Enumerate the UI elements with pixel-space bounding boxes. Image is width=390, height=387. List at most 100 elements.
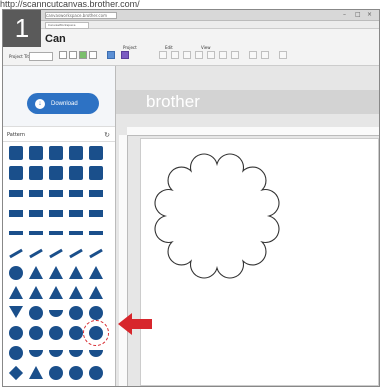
pattern-label: Pattern <box>7 132 25 138</box>
browser-tab[interactable]: CanvasWorkspace <box>45 22 89 29</box>
minimize-icon[interactable]: – <box>343 12 346 18</box>
pattern-thin-icon[interactable] <box>89 231 103 235</box>
pattern-circle-icon[interactable] <box>49 366 63 380</box>
pattern-bar-icon[interactable] <box>69 210 83 217</box>
redo-icon[interactable] <box>261 51 269 59</box>
undo-icon[interactable] <box>249 51 257 59</box>
pattern-tri-icon[interactable] <box>89 266 103 279</box>
pattern-circle-icon[interactable] <box>9 326 23 340</box>
screenshot-frame: 1 canvasworkspace.brother.com – □ × Canv… <box>2 9 380 387</box>
pattern-tri-icon[interactable] <box>29 286 43 299</box>
step-number-badge: 1 <box>3 10 41 47</box>
pattern-half-icon[interactable] <box>29 350 43 357</box>
app-logo: Can <box>45 33 66 45</box>
image-icon[interactable] <box>79 51 87 59</box>
menu-project[interactable]: Project <box>123 45 137 50</box>
pattern-bar-icon[interactable] <box>49 210 63 217</box>
pattern-tri-icon[interactable] <box>29 266 43 279</box>
pattern-half-icon[interactable] <box>49 350 63 357</box>
browser-titlebar: canvasworkspace.brother.com – □ × <box>3 10 379 21</box>
pattern-bar-icon[interactable] <box>29 210 43 217</box>
download-panel: ↓ Download <box>3 66 115 127</box>
pattern-slash-icon[interactable] <box>89 248 103 259</box>
weld-icon[interactable] <box>231 51 239 59</box>
pattern-sq-icon[interactable] <box>49 166 63 180</box>
pattern-slash-icon[interactable] <box>49 248 63 259</box>
download-button[interactable]: ↓ Download <box>27 93 99 114</box>
pattern-sq-icon[interactable] <box>49 146 63 160</box>
pattern-sq-icon[interactable] <box>29 146 43 160</box>
pattern-bar-icon[interactable] <box>89 210 103 217</box>
url-caption: http://scanncutcanvas.brother.com/ <box>0 0 140 9</box>
pattern-tri-icon[interactable] <box>89 286 103 299</box>
pointer-arrow-icon <box>118 313 152 335</box>
pattern-thin-icon[interactable] <box>49 231 63 235</box>
pattern-slash-icon[interactable] <box>69 248 83 259</box>
brother-logo: brother <box>146 92 200 111</box>
pattern-sq-icon[interactable] <box>9 146 23 160</box>
zoom-icon[interactable] <box>279 51 287 59</box>
menu-view[interactable]: View <box>201 45 211 50</box>
pattern-circle-icon[interactable] <box>89 306 103 320</box>
pattern-diamond-icon[interactable] <box>8 365 24 381</box>
pattern-slash-icon[interactable] <box>29 248 43 259</box>
pattern-tri-icon[interactable] <box>69 266 83 279</box>
pattern-slash-icon[interactable] <box>9 248 23 259</box>
pattern-circle-icon[interactable] <box>29 306 43 320</box>
brand-banner: brother <box>116 90 379 114</box>
pattern-drop-icon[interactable] <box>9 266 23 280</box>
pattern-bar-icon[interactable] <box>29 190 43 197</box>
pattern-half-icon[interactable] <box>89 350 103 357</box>
pattern-circle-icon[interactable] <box>69 326 83 340</box>
address-bar[interactable]: canvasworkspace.brother.com <box>45 12 117 19</box>
pattern-sq-icon[interactable] <box>89 146 103 160</box>
scalloped-circle-shape[interactable] <box>151 150 283 282</box>
pattern-circle-icon[interactable] <box>69 366 83 380</box>
pointer-icon[interactable] <box>121 51 129 59</box>
pattern-thin-icon[interactable] <box>69 231 83 235</box>
pattern-bar-icon[interactable] <box>49 190 63 197</box>
pattern-circle-icon[interactable] <box>49 326 63 340</box>
pattern-circle-icon[interactable] <box>9 346 23 360</box>
pattern-sq-icon[interactable] <box>29 166 43 180</box>
save-icon[interactable] <box>89 51 97 59</box>
pattern-circle-icon[interactable] <box>29 326 43 340</box>
pattern-bar-icon[interactable] <box>9 190 23 197</box>
text-icon[interactable] <box>171 51 179 59</box>
align-icon[interactable] <box>207 51 215 59</box>
pattern-half-icon[interactable] <box>69 350 83 357</box>
arrange-icon[interactable] <box>219 51 227 59</box>
ungroup-icon[interactable] <box>195 51 203 59</box>
pattern-tri-icon[interactable] <box>69 286 83 299</box>
refresh-icon[interactable]: ↻ <box>104 131 110 139</box>
pattern-half-icon[interactable] <box>49 310 63 317</box>
pattern-circle-icon[interactable] <box>89 366 103 380</box>
pattern-tri-icon[interactable] <box>49 266 63 279</box>
pattern-tri-icon[interactable] <box>29 366 43 379</box>
project-title-input[interactable] <box>29 52 53 61</box>
pattern-bar-icon[interactable] <box>9 210 23 217</box>
pattern-thin-icon[interactable] <box>29 231 43 235</box>
pattern-bar-icon[interactable] <box>89 190 103 197</box>
download-icon: ↓ <box>35 98 45 109</box>
open-icon[interactable] <box>69 51 77 59</box>
pattern-sq-icon[interactable] <box>69 166 83 180</box>
pattern-tri-icon[interactable] <box>49 286 63 299</box>
pattern-circle-icon[interactable] <box>69 306 83 320</box>
maximize-icon[interactable]: □ <box>355 12 361 18</box>
shape-icon[interactable] <box>107 51 115 59</box>
pattern-sq-icon[interactable] <box>9 166 23 180</box>
new-file-icon[interactable] <box>59 51 67 59</box>
group-icon[interactable] <box>183 51 191 59</box>
pen-icon[interactable] <box>159 51 167 59</box>
browser-tabbar: CanvasWorkspace <box>3 21 379 29</box>
close-icon[interactable]: × <box>367 12 372 18</box>
pattern-thin-icon[interactable] <box>9 231 23 235</box>
menu-edit[interactable]: Edit <box>165 45 173 50</box>
pattern-bar-icon[interactable] <box>69 190 83 197</box>
pattern-sq-icon[interactable] <box>69 146 83 160</box>
pattern-tri-down-icon[interactable] <box>9 306 23 318</box>
pattern-tri-icon[interactable] <box>9 286 23 299</box>
pattern-sq-icon[interactable] <box>89 166 103 180</box>
download-label: Download <box>51 100 78 107</box>
